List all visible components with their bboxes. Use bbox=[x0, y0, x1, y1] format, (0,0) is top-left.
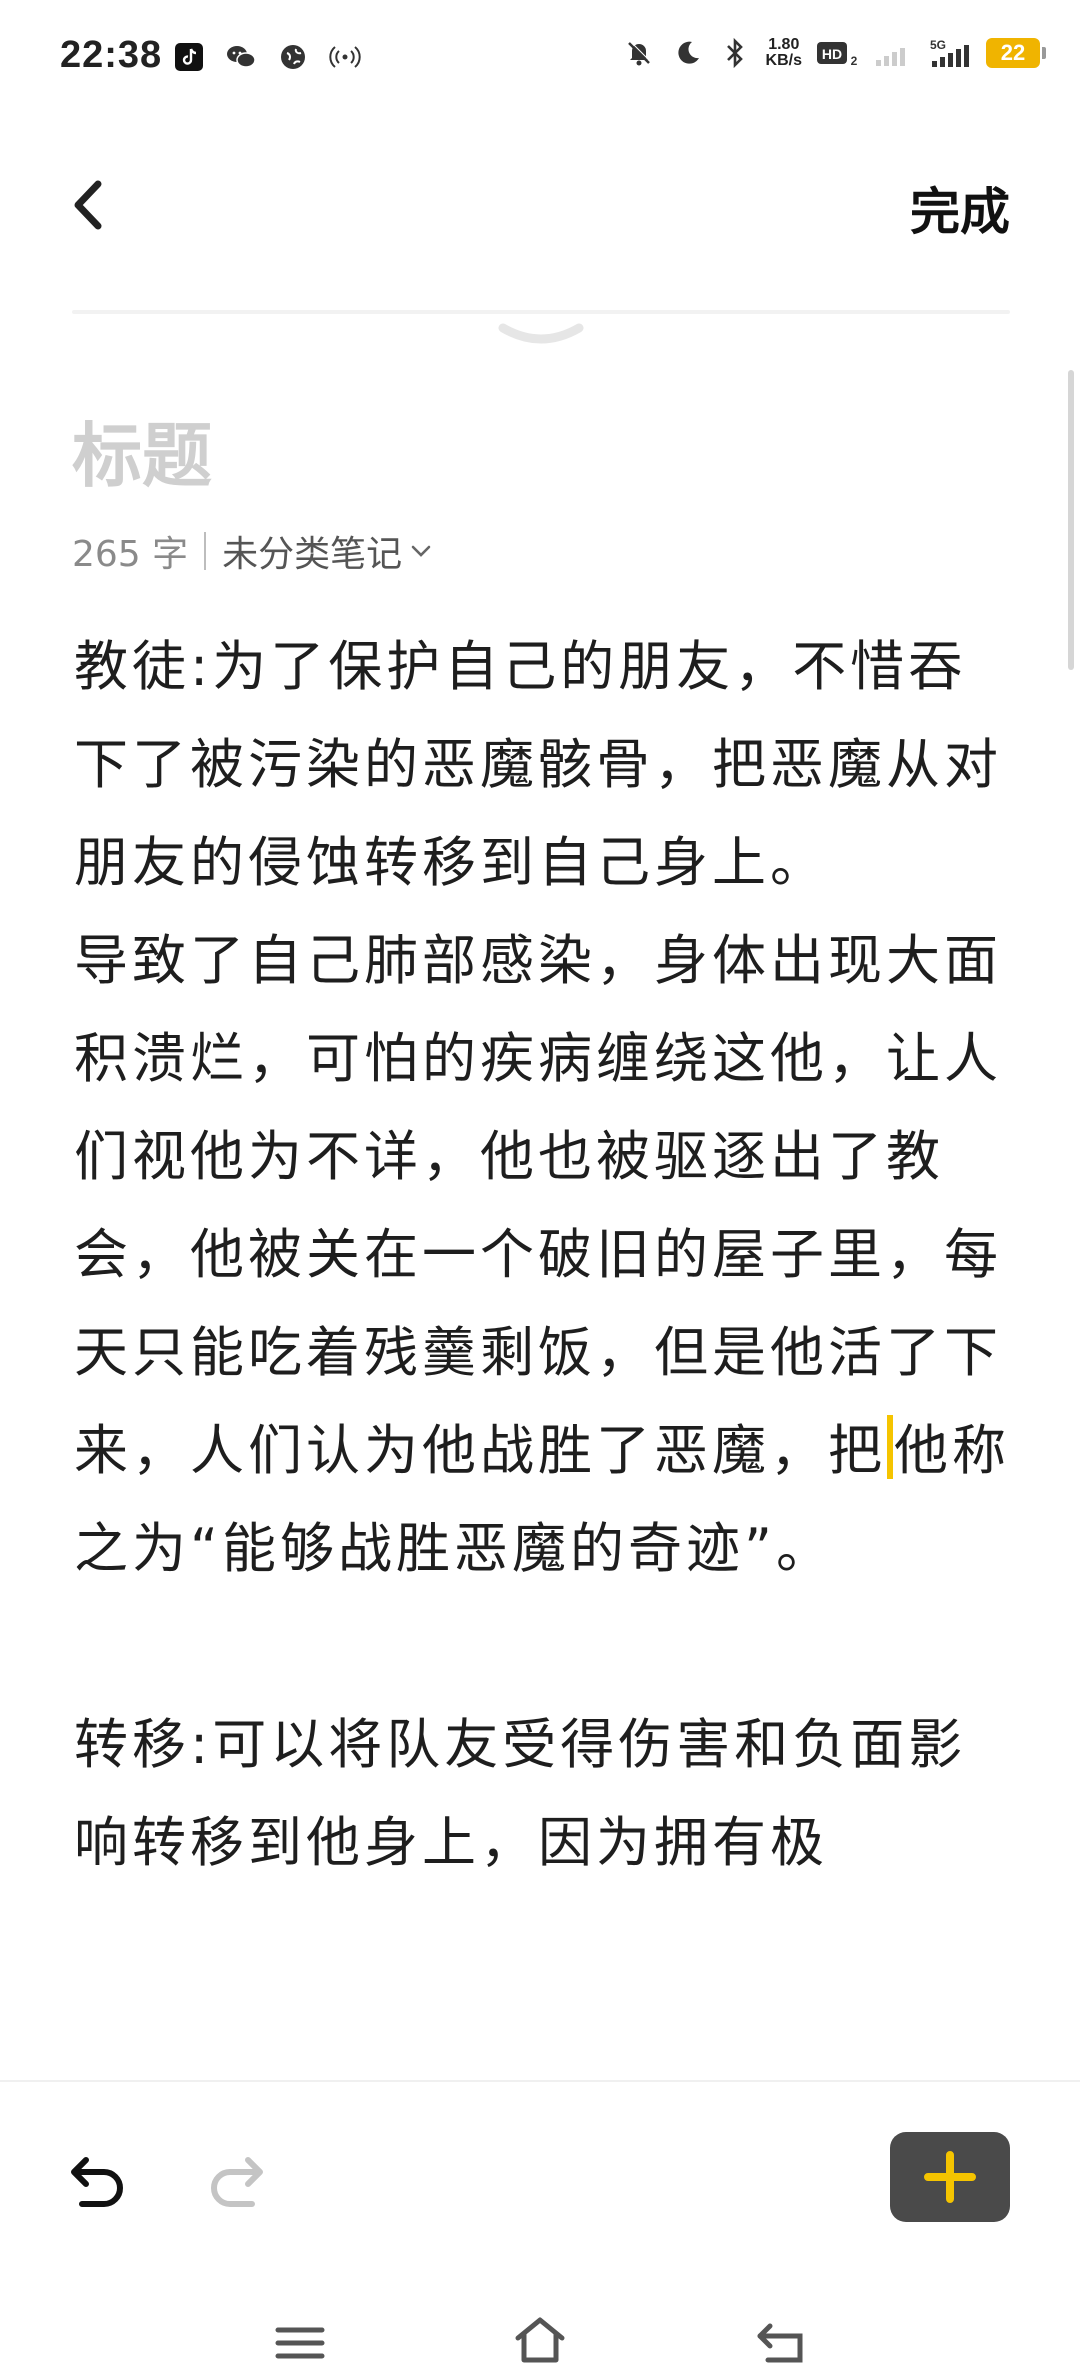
svg-text:2: 2 bbox=[851, 54, 858, 68]
chevron-left-icon bbox=[74, 180, 102, 230]
back-icon bbox=[757, 2323, 803, 2363]
signal-weak-icon bbox=[874, 36, 914, 70]
done-button[interactable]: 完成 bbox=[910, 172, 1010, 244]
nav-home-button[interactable] bbox=[510, 2314, 570, 2366]
add-button[interactable] bbox=[890, 2132, 1010, 2222]
paragraph: 导致了自己肺部感染，身体出现大面积溃烂，可怕的疾病缠绕这他，让人们视他为不详，他… bbox=[74, 912, 1014, 1598]
moon-icon bbox=[670, 36, 704, 70]
chevron-down-icon bbox=[498, 323, 584, 344]
menu-icon bbox=[275, 2327, 325, 2359]
wechat-icon bbox=[224, 40, 258, 74]
status-time: 22:38 bbox=[60, 34, 163, 76]
signal-5g-icon: 5G bbox=[928, 36, 972, 70]
speed-value: 1.80 bbox=[768, 36, 800, 53]
hotspot-icon bbox=[328, 40, 362, 74]
header-divider bbox=[72, 310, 1010, 314]
hd-icon: HD 2 bbox=[816, 36, 860, 70]
paragraph: 教徒:为了保护自己的朋友，不惜吞下了被污染的恶魔骸骨，把恶魔从对朋友的侵蚀转移到… bbox=[74, 635, 1002, 894]
empty-line bbox=[74, 1598, 1014, 1696]
nav-recents-button[interactable] bbox=[272, 2320, 328, 2366]
battery-indicator: 22 bbox=[986, 38, 1046, 68]
tiktok-icon bbox=[172, 40, 206, 74]
mute-icon bbox=[622, 36, 656, 70]
status-left-icons bbox=[172, 40, 362, 74]
redo-icon bbox=[211, 2157, 263, 2207]
svg-text:HD: HD bbox=[822, 46, 842, 62]
redo-button[interactable] bbox=[200, 2148, 270, 2218]
toolbar-divider bbox=[0, 2080, 1080, 2082]
category-label: 未分类笔记 bbox=[222, 534, 403, 575]
chevron-down-icon bbox=[411, 545, 431, 557]
meta-separator bbox=[204, 532, 207, 570]
undo-icon bbox=[71, 2157, 123, 2207]
svg-text:5G: 5G bbox=[930, 38, 946, 52]
status-right-icons: 1.80 KB/s HD 2 5G 22 bbox=[622, 36, 1046, 70]
undo-button[interactable] bbox=[64, 2148, 134, 2218]
paragraph-text: 导致了自己肺部感染，身体出现大面积溃烂，可怕的疾病缠绕这他，让人们视他为不详，他… bbox=[74, 929, 1002, 1482]
nav-back-button[interactable] bbox=[752, 2318, 810, 2366]
back-button[interactable] bbox=[62, 170, 122, 240]
editor-header: 完成 bbox=[0, 150, 1080, 280]
browser-icon bbox=[276, 40, 310, 74]
title-input[interactable]: 标题 bbox=[72, 400, 212, 501]
text-cursor bbox=[887, 1415, 893, 1479]
note-meta: 265 字 未分类笔记 bbox=[72, 525, 432, 577]
plus-icon bbox=[924, 2151, 976, 2203]
note-body-editor[interactable]: 教徒:为了保护自己的朋友，不惜吞下了被污染的恶魔骸骨，把恶魔从对朋友的侵蚀转移到… bbox=[74, 618, 1014, 2058]
paragraph: 转移:可以将队友受得伤害和负面影响转移到他身上，因为拥有极 bbox=[74, 1713, 967, 1874]
scrollbar[interactable] bbox=[1068, 370, 1074, 670]
word-count: 265 字 bbox=[72, 534, 189, 575]
category-selector[interactable]: 未分类笔记 bbox=[222, 525, 432, 577]
speed-unit: KB/s bbox=[765, 52, 802, 69]
bluetooth-icon bbox=[718, 36, 752, 70]
system-nav-bar bbox=[0, 2300, 1080, 2370]
home-icon bbox=[515, 2317, 565, 2363]
collapse-handle[interactable] bbox=[495, 320, 587, 354]
status-bar: 22:38 1.80 KB/s HD 2 5G 22 bbox=[0, 0, 1080, 120]
network-speed: 1.80 KB/s bbox=[766, 37, 802, 69]
